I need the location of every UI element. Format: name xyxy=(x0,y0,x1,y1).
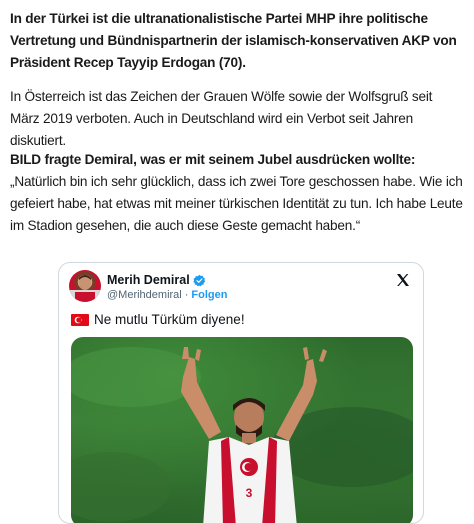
avatar[interactable] xyxy=(69,270,101,302)
embedded-tweet[interactable]: Merih Demiral @Merihdemiral · Folgen Ne … xyxy=(58,262,424,524)
paragraph-austria: In Österreich ist das Zeichen der Grauen… xyxy=(10,89,433,148)
x-logo-icon[interactable] xyxy=(395,272,411,288)
jersey-number: 3 xyxy=(246,486,253,500)
paragraph-quote: BILD fragte Demiral, was er mit seinem J… xyxy=(10,149,464,237)
follow-button[interactable]: Folgen xyxy=(191,289,227,301)
quote-lead: BILD fragte Demiral, was er mit seinem J… xyxy=(10,152,416,167)
quote-text: „Natürlich bin ich sehr glücklich, dass … xyxy=(10,174,463,233)
tweet-handle-row: @Merihdemiral · Folgen xyxy=(107,289,227,301)
tweet-text: Ne mutlu Türküm diyene! xyxy=(94,312,245,327)
paragraph-mhp: In der Türkei ist die ultranationalistis… xyxy=(10,11,457,70)
separator-dot: · xyxy=(184,289,189,301)
tweet-handle[interactable]: @Merihdemiral xyxy=(107,289,182,301)
turkey-flag-icon xyxy=(71,313,89,326)
tweet-text-row: Ne mutlu Türküm diyene! xyxy=(71,312,245,327)
tweet-author-name[interactable]: Merih Demiral xyxy=(107,273,190,287)
verified-badge-icon xyxy=(192,274,205,286)
tweet-author-row[interactable]: Merih Demiral xyxy=(107,273,206,287)
